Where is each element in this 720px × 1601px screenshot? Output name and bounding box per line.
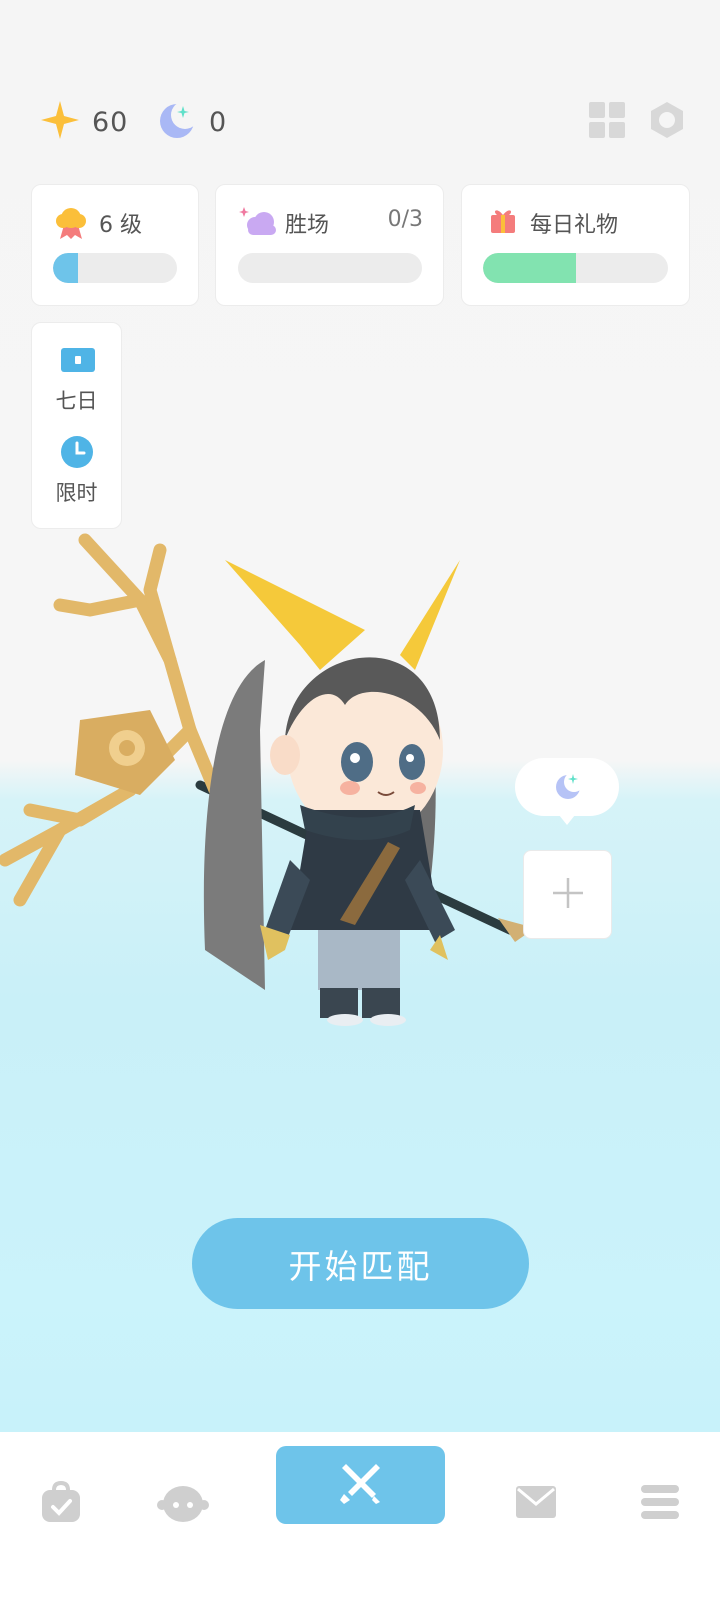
medal-icon xyxy=(52,203,90,245)
level-progress-fill xyxy=(53,253,78,283)
star-icon xyxy=(40,100,80,144)
bag-icon xyxy=(39,1480,83,1528)
wins-label: 胜场 xyxy=(285,213,330,238)
moon-icon xyxy=(553,771,584,805)
start-match-button[interactable]: 开始匹配 xyxy=(192,1218,529,1309)
cloud-icon xyxy=(238,203,278,243)
wins-progress-bar xyxy=(238,253,422,283)
nav-character[interactable] xyxy=(143,1464,223,1544)
star-currency: 60 xyxy=(40,100,128,144)
wins-count: 0/3 xyxy=(387,207,423,232)
nav-menu[interactable] xyxy=(620,1464,700,1544)
wins-card[interactable]: 胜场 0/3 xyxy=(215,184,444,306)
nav-battle[interactable] xyxy=(276,1446,445,1524)
daily-gift-progress-fill xyxy=(483,253,576,283)
grid-icon[interactable] xyxy=(587,100,627,140)
moon-icon xyxy=(157,100,199,144)
moon-currency: 0 xyxy=(157,100,227,144)
star-count: 60 xyxy=(92,106,129,138)
nav-mail[interactable] xyxy=(496,1464,576,1544)
chest-icon[interactable] xyxy=(60,346,96,378)
menu-icon xyxy=(641,1485,679,1523)
settings-hexagon-icon[interactable] xyxy=(647,100,687,140)
limited-time-label[interactable]: 限时 xyxy=(32,477,121,507)
level-progress-bar xyxy=(53,253,177,283)
character-icon xyxy=(157,1480,209,1528)
clock-icon[interactable] xyxy=(60,435,94,473)
level-label: 6 级 xyxy=(99,213,142,238)
emote-bubble[interactable] xyxy=(515,758,619,825)
character-avatar xyxy=(0,530,560,1050)
bottom-nav xyxy=(0,1432,720,1601)
add-slot-button[interactable] xyxy=(523,850,612,939)
seven-day-label[interactable]: 七日 xyxy=(32,385,121,415)
daily-gift-card[interactable]: 每日礼物 xyxy=(461,184,690,306)
daily-gift-label: 每日礼物 xyxy=(530,213,619,238)
daily-gift-progress-bar xyxy=(483,253,668,283)
mail-icon xyxy=(515,1485,557,1523)
moon-count: 0 xyxy=(209,106,228,138)
gift-icon xyxy=(488,205,518,239)
plus-icon xyxy=(551,876,585,914)
battle-swords-icon xyxy=(338,1460,384,1510)
event-side-panel: 七日 限时 xyxy=(31,322,122,529)
level-card[interactable]: 6 级 xyxy=(31,184,199,306)
nav-bag[interactable] xyxy=(21,1464,101,1544)
